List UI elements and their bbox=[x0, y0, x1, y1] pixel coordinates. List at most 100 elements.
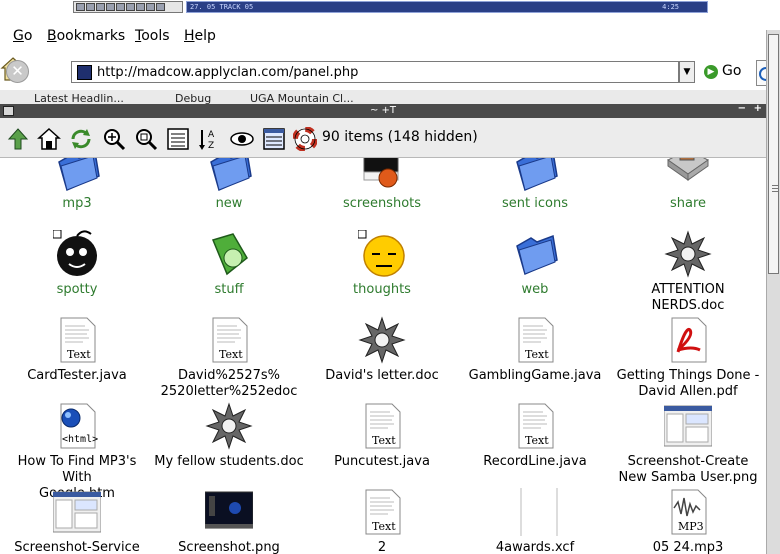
item-label[interactable]: ATTENTION NERDS.doc bbox=[613, 282, 763, 314]
item-label[interactable]: spotty bbox=[2, 282, 152, 298]
svg-text:Z: Z bbox=[208, 141, 214, 151]
top-panel: 27. 05 TRACK 05 4:25 bbox=[0, 0, 780, 14]
image-thumbnail-icon[interactable] bbox=[52, 488, 102, 536]
item-label[interactable]: sent icons bbox=[460, 196, 610, 212]
item-label[interactable]: Screenshot-Service bbox=[2, 540, 152, 554]
menu-tools[interactable]: Tools bbox=[135, 28, 170, 44]
item-label[interactable]: David%2527s% 2520letter%252edoc bbox=[154, 368, 304, 400]
text-file-icon[interactable]: Text bbox=[358, 488, 406, 536]
bookmark-item[interactable]: UGA Mountain Cl... bbox=[250, 92, 354, 104]
minimize-icon[interactable]: − bbox=[738, 103, 746, 114]
share-drive-icon[interactable] bbox=[664, 158, 712, 194]
browser-scrollbar[interactable] bbox=[766, 30, 780, 554]
image-thumbnail-icon[interactable] bbox=[663, 402, 713, 450]
item-label[interactable]: My fellow students.doc bbox=[154, 454, 304, 470]
pdf-icon[interactable] bbox=[664, 316, 712, 364]
bomb-icon[interactable] bbox=[52, 229, 101, 278]
next-button[interactable] bbox=[116, 3, 125, 11]
svg-text:Text: Text bbox=[67, 348, 91, 361]
svg-text:Text: Text bbox=[525, 348, 549, 361]
item-count-status: 90 items (148 hidden) bbox=[322, 129, 478, 145]
gear-document-icon[interactable] bbox=[358, 316, 406, 364]
item-label[interactable]: Puncutest.java bbox=[307, 454, 457, 470]
svg-text:Text: Text bbox=[219, 348, 243, 361]
folder-icon[interactable] bbox=[511, 230, 559, 278]
item-label[interactable]: Screenshot-Create New Samba User.png bbox=[613, 454, 763, 486]
eye-icon[interactable] bbox=[230, 127, 254, 151]
item-label[interactable]: 05 24.mp3 bbox=[613, 540, 763, 554]
item-label[interactable]: web bbox=[460, 282, 610, 298]
url-history-dropdown[interactable]: ▼ bbox=[679, 61, 695, 83]
home-icon[interactable] bbox=[37, 127, 61, 151]
play-button[interactable] bbox=[86, 3, 95, 11]
address-bar[interactable]: http://madcow.applyclan.com/panel.php bbox=[71, 61, 679, 83]
html-file-icon[interactable]: <html> bbox=[53, 402, 101, 450]
track-time: 4:25 bbox=[662, 3, 679, 11]
volume-button[interactable] bbox=[156, 3, 165, 11]
details-view-icon[interactable] bbox=[262, 127, 286, 151]
file-manager-titlebar[interactable]: ~ +T − + bbox=[0, 103, 766, 118]
svg-text:Text: Text bbox=[525, 434, 549, 447]
gear-document-icon[interactable] bbox=[205, 402, 253, 450]
stop-icon[interactable]: ✕ bbox=[6, 60, 29, 83]
up-arrow-icon[interactable] bbox=[6, 127, 30, 151]
shuffle-button[interactable] bbox=[136, 3, 145, 11]
folder-icon[interactable] bbox=[511, 158, 559, 194]
zoom-in-icon[interactable] bbox=[102, 127, 126, 151]
text-file-icon[interactable]: Text bbox=[358, 402, 406, 450]
track-title: 27. 05 TRACK 05 bbox=[190, 3, 254, 11]
scrollbar-thumb[interactable] bbox=[768, 34, 779, 274]
monitor-icon[interactable] bbox=[358, 158, 406, 194]
item-label[interactable]: 4awards.xcf bbox=[460, 540, 610, 554]
text-file-icon[interactable]: Text bbox=[511, 316, 559, 364]
file-manager-toolbar: AZ 90 items (148 hidden) bbox=[0, 118, 766, 158]
stop-button[interactable] bbox=[106, 3, 115, 11]
prev-button[interactable] bbox=[76, 3, 85, 11]
go-button[interactable]: ▶ Go bbox=[704, 63, 741, 79]
mp3-file-icon[interactable]: MP3 bbox=[664, 488, 712, 536]
menu-help[interactable]: Help bbox=[184, 28, 216, 44]
folder-icon[interactable] bbox=[205, 158, 253, 194]
blank-file-icon[interactable] bbox=[511, 488, 559, 536]
item-label[interactable]: David's letter.doc bbox=[307, 368, 457, 384]
text-file-icon[interactable]: Text bbox=[205, 316, 253, 364]
window-title: ~ +T bbox=[369, 105, 397, 116]
item-label[interactable]: stuff bbox=[154, 282, 304, 298]
bookmark-item[interactable]: Debug bbox=[175, 92, 211, 104]
bookmark-item[interactable]: Latest Headlin... bbox=[34, 92, 124, 104]
lifebuoy-icon[interactable] bbox=[292, 126, 318, 152]
item-label[interactable]: new bbox=[154, 196, 304, 212]
maximize-icon[interactable]: + bbox=[754, 103, 762, 114]
gear-document-icon[interactable] bbox=[664, 230, 712, 278]
panel-media-buttons[interactable] bbox=[73, 1, 183, 13]
refresh-icon[interactable] bbox=[69, 127, 93, 151]
text-file-icon[interactable]: Text bbox=[511, 402, 559, 450]
menu-go[interactable]: Go bbox=[13, 28, 32, 44]
svg-text:<html>: <html> bbox=[62, 434, 98, 445]
list-view-icon[interactable] bbox=[166, 127, 190, 151]
item-label[interactable]: Screenshot.png bbox=[154, 540, 304, 554]
item-label[interactable]: Getting Things Done - David Allen.pdf bbox=[613, 368, 763, 400]
item-label[interactable]: CardTester.java bbox=[2, 368, 152, 384]
item-label[interactable]: share bbox=[613, 196, 763, 212]
item-label[interactable]: screenshots bbox=[307, 196, 457, 212]
pause-button[interactable] bbox=[96, 3, 105, 11]
repeat-button[interactable] bbox=[146, 3, 155, 11]
navigation-toolbar: ✕ http://madcow.applyclan.com/panel.php … bbox=[0, 56, 780, 90]
go-label: Go bbox=[722, 63, 742, 79]
sort-icon[interactable]: AZ bbox=[198, 127, 222, 151]
item-label[interactable]: 2 bbox=[307, 540, 457, 554]
green-folder-icon[interactable] bbox=[205, 230, 253, 278]
menu-bookmarks[interactable]: Bookmarks bbox=[47, 28, 125, 44]
zoom-fit-icon[interactable] bbox=[134, 127, 158, 151]
smiley-icon[interactable] bbox=[357, 229, 406, 278]
text-file-icon[interactable]: Text bbox=[53, 316, 101, 364]
item-label[interactable]: RecordLine.java bbox=[460, 454, 610, 470]
dark-screenshot-icon[interactable] bbox=[204, 488, 254, 536]
eject-button[interactable] bbox=[126, 3, 135, 11]
folder-icon[interactable] bbox=[53, 158, 101, 194]
item-label[interactable]: GamblingGame.java bbox=[460, 368, 610, 384]
item-label[interactable]: mp3 bbox=[2, 196, 152, 212]
svg-text:Text: Text bbox=[372, 520, 396, 533]
item-label[interactable]: thoughts bbox=[307, 282, 457, 298]
